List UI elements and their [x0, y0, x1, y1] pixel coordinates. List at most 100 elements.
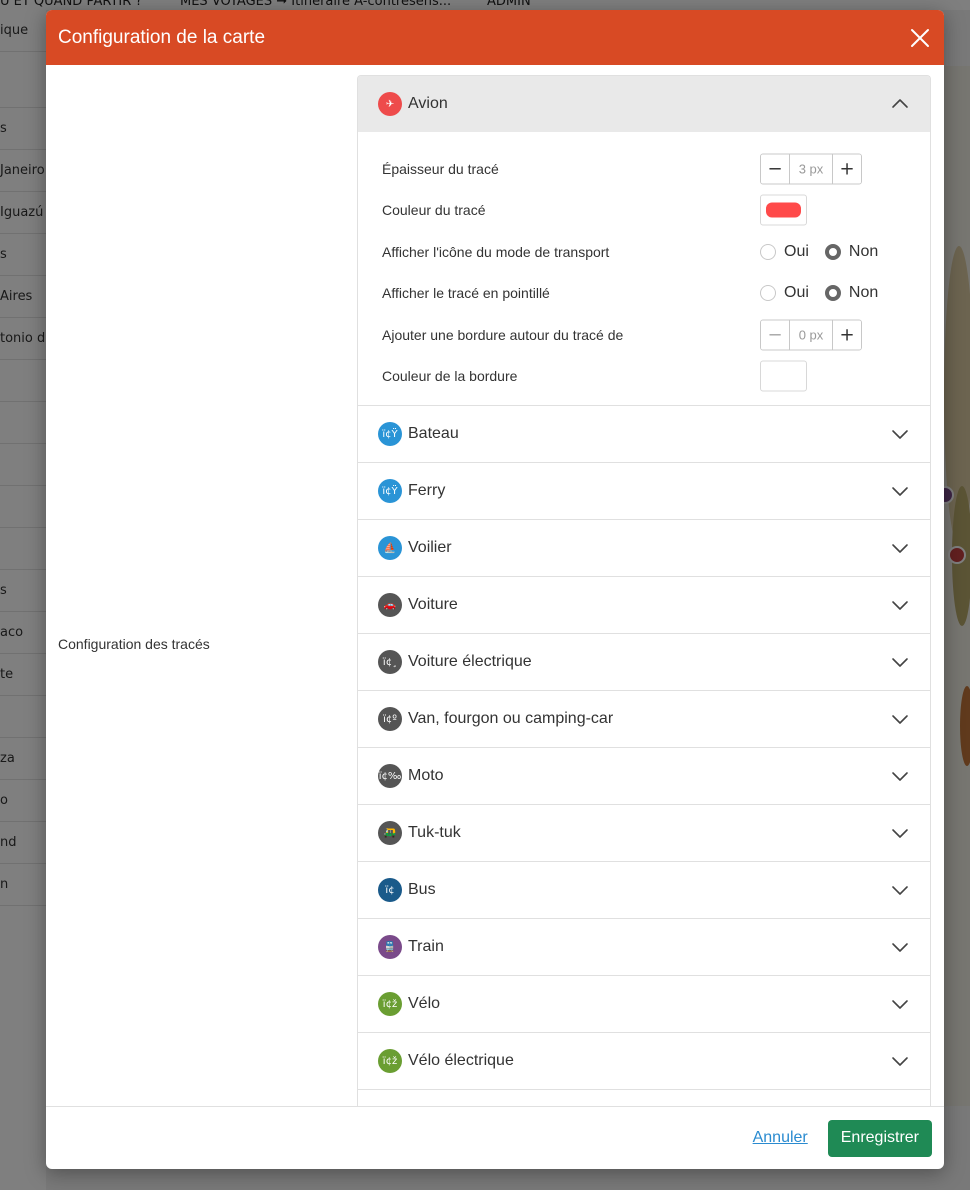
- transport-item-avion: ✈ Avion Épaisseur du tracé − 3 px + Coule…: [358, 76, 930, 406]
- border-value[interactable]: 0 px: [789, 320, 833, 350]
- show-icon-radio-group: Oui Non: [760, 243, 894, 261]
- bike-icon: ï¢ž: [378, 992, 402, 1016]
- transport-item-voiture: 🚗 Voiture: [358, 577, 930, 634]
- minus-icon[interactable]: −: [761, 320, 789, 350]
- transport-accordion: ✈ Avion Épaisseur du tracé − 3 px + Coule…: [357, 75, 931, 1106]
- transport-item-van-fourgon-ou-camping-car: ï¢º Van, fourgon ou camping-car: [358, 691, 930, 748]
- border-color-picker[interactable]: [760, 360, 807, 392]
- plus-icon[interactable]: +: [833, 154, 861, 184]
- chevron-down-icon[interactable]: [890, 880, 910, 900]
- dashed-radio-group: Oui Non: [760, 284, 894, 302]
- cancel-link[interactable]: Annuler: [753, 1129, 808, 1147]
- chevron-down-icon[interactable]: [890, 652, 910, 672]
- motorbike-icon: ï¢‰: [378, 764, 402, 788]
- show-icon-row: Afficher l'icône du mode de transport Ou…: [382, 231, 910, 273]
- chevron-down-icon[interactable]: [890, 481, 910, 501]
- transport-header[interactable]: ï¢ž Vélo: [358, 976, 930, 1032]
- radio-label: Non: [848, 242, 879, 260]
- transport-header[interactable]: 🚗 Voiture: [358, 577, 930, 633]
- transport-header[interactable]: 🛺 Tuk-tuk: [358, 805, 930, 861]
- map-config-modal: Configuration de la carte Configuration …: [46, 10, 944, 1169]
- boat-icon: ï¢Ÿ: [378, 422, 402, 446]
- transport-header[interactable]: 🚆 Train: [358, 919, 930, 975]
- track-color-label: Couleur du tracé: [382, 202, 486, 219]
- track-color-row: Couleur du tracé: [382, 190, 910, 232]
- chevron-down-icon[interactable]: [890, 823, 910, 843]
- transport-header[interactable]: ï¢Ÿ Ferry: [358, 463, 930, 519]
- transport-header[interactable]: ï¢ž Vélo électrique: [358, 1033, 930, 1089]
- radio-label: Non: [848, 284, 879, 302]
- transport-item-train: 🚆 Train: [358, 919, 930, 976]
- transport-label: Van, fourgon ou camping-car: [408, 710, 614, 727]
- transport-label: Voilier: [408, 539, 452, 556]
- border-label: Ajouter une bordure autour du tracé de: [382, 326, 624, 343]
- close-icon[interactable]: [908, 26, 932, 50]
- chevron-down-icon[interactable]: [890, 709, 910, 729]
- dashed-label: Afficher le tracé en pointillé: [382, 285, 550, 302]
- chevron-down-icon[interactable]: [890, 424, 910, 444]
- transport-label: Ferry: [408, 482, 446, 499]
- transport-header[interactable]: ï¢Ÿ Bateau: [358, 406, 930, 462]
- transport-header[interactable]: ï¢‰ Moto: [358, 748, 930, 804]
- train-icon: 🚆: [378, 935, 402, 959]
- transport-settings-panel: Épaisseur du tracé − 3 px + Couleur du t…: [358, 132, 930, 405]
- radio-unchecked-icon: [760, 243, 776, 260]
- van-icon: ï¢º: [378, 707, 402, 731]
- transport-header[interactable]: ï¢º Van, fourgon ou camping-car: [358, 691, 930, 747]
- chevron-down-icon[interactable]: [890, 595, 910, 615]
- save-button[interactable]: Enregistrer: [827, 1119, 932, 1157]
- chevron-down-icon[interactable]: [890, 766, 910, 786]
- chevron-up-icon[interactable]: [890, 94, 910, 114]
- show-icon-label: Afficher l'icône du mode de transport: [382, 243, 610, 260]
- radio-label: Oui: [784, 242, 809, 260]
- border-stepper: − 0 px +: [760, 319, 862, 351]
- modal-header: Configuration de la carte: [46, 10, 944, 65]
- sailboat-icon: ⛵: [378, 536, 402, 560]
- plane-icon: ✈: [378, 92, 402, 116]
- transport-label: Avion: [408, 95, 448, 112]
- transport-item-bateau: ï¢Ÿ Bateau: [358, 406, 930, 463]
- bus-icon: ï¢: [378, 878, 402, 902]
- transport-item-bus: ï¢ Bus: [358, 862, 930, 919]
- transport-label: Voiture électrique: [408, 653, 532, 670]
- transport-item-v-lo-lectrique: ï¢ž Vélo électrique: [358, 1033, 930, 1090]
- show-icon-no-radio[interactable]: Non: [824, 242, 879, 261]
- thickness-label: Épaisseur du tracé: [382, 160, 499, 177]
- dashed-row: Afficher le tracé en pointillé Oui Non: [382, 273, 910, 315]
- border-color-row: Couleur de la bordure: [382, 356, 910, 398]
- show-icon-yes-radio[interactable]: Oui: [760, 243, 809, 261]
- tracks-config-label: Configuration des tracés: [58, 636, 210, 652]
- border-row: Ajouter une bordure autour du tracé de −…: [382, 314, 910, 356]
- thickness-row: Épaisseur du tracé − 3 px +: [382, 148, 910, 190]
- tuktuk-icon: 🛺: [378, 821, 402, 845]
- modal-footer: Annuler Enregistrer: [46, 1106, 944, 1169]
- transport-label: Bus: [408, 881, 436, 898]
- chevron-down-icon[interactable]: [890, 994, 910, 1014]
- car-icon: 🚗: [378, 593, 402, 617]
- chevron-down-icon[interactable]: [890, 1051, 910, 1071]
- transport-header[interactable]: ⛵ Voilier: [358, 520, 930, 576]
- thickness-value[interactable]: 3 px: [789, 154, 833, 184]
- transport-label: Moto: [408, 767, 444, 784]
- electric-bike-icon: ï¢ž: [378, 1049, 402, 1073]
- border-color-swatch: [766, 368, 801, 384]
- chevron-down-icon[interactable]: [890, 937, 910, 957]
- transport-header[interactable]: ï¢ Bus: [358, 862, 930, 918]
- dashed-no-radio[interactable]: Non: [824, 284, 879, 302]
- transport-item-tuk-tuk: 🛺 Tuk-tuk: [358, 805, 930, 862]
- chevron-down-icon[interactable]: [890, 538, 910, 558]
- transport-item-voilier: ⛵ Voilier: [358, 520, 930, 577]
- transport-label: Vélo: [408, 995, 441, 1012]
- track-color-picker[interactable]: [760, 194, 807, 226]
- transport-header[interactable]: ï¢¸ Voiture électrique: [358, 634, 930, 690]
- thickness-stepper: − 3 px +: [760, 153, 862, 185]
- minus-icon[interactable]: −: [761, 154, 789, 184]
- dashed-yes-radio[interactable]: Oui: [760, 284, 809, 302]
- radio-checked-icon: [824, 285, 841, 302]
- plus-icon[interactable]: +: [833, 320, 861, 350]
- border-color-label: Couleur de la bordure: [382, 368, 518, 385]
- radio-unchecked-icon: [760, 285, 776, 302]
- modal-body: Configuration des tracés ✈ Avion Épaisseu…: [46, 65, 944, 1106]
- transport-header[interactable]: ✈ Avion: [358, 76, 930, 132]
- transport-item-ferry: ï¢Ÿ Ferry: [358, 463, 930, 520]
